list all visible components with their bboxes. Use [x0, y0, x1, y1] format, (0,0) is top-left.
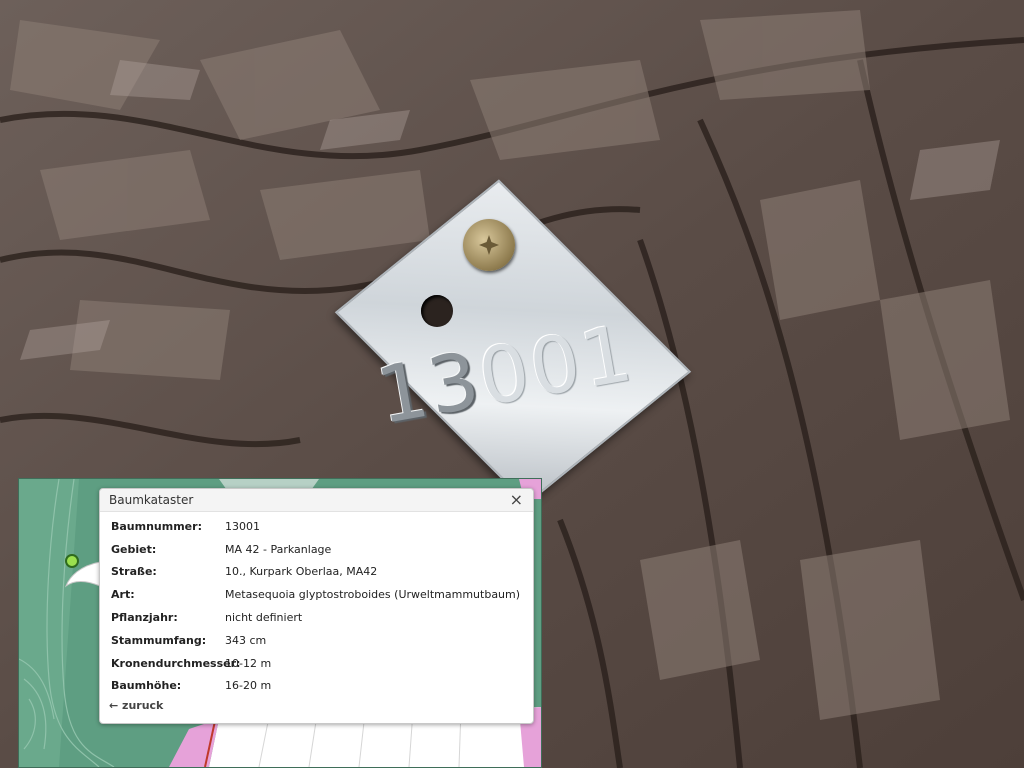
attribute-row: Stammumfang: 343 cm	[111, 629, 520, 652]
attribute-row: Straße: 10., Kurpark Oberlaa, MA42	[111, 561, 520, 584]
attribute-row: Gebiet: MA 42 - Parkanlage	[111, 538, 520, 561]
attribute-value: 13001	[225, 519, 260, 533]
tree-info-popup: Baumkataster × Baumnummer: 13001 Gebiet:…	[99, 488, 534, 724]
attribute-label: Stammumfang:	[111, 633, 207, 647]
attribute-row: Art: Metasequoia glyptostroboides (Urwel…	[111, 583, 520, 606]
attribute-row: Baumnummer: 13001	[111, 515, 520, 538]
popup-pointer	[64, 561, 101, 588]
attribute-label: Art:	[111, 588, 135, 602]
attribute-label: Kronendurchmesser:	[111, 656, 241, 670]
attribute-label: Baumnummer:	[111, 519, 202, 533]
tag-number-part1: 13	[370, 335, 488, 443]
attribute-value: 16-20 m	[225, 679, 272, 693]
screw-icon	[463, 219, 515, 271]
back-link[interactable]: ← zuruck	[109, 699, 163, 712]
popup-header: Baumkataster ×	[100, 489, 533, 512]
tag-hole	[421, 295, 453, 327]
attribute-value: 10-12 m	[225, 656, 272, 670]
attribute-value: 343 cm	[225, 633, 267, 647]
attribute-value: MA 42 - Parkanlage	[225, 542, 332, 556]
attribute-list: Baumnummer: 13001 Gebiet: MA 42 - Parkan…	[111, 515, 520, 697]
attribute-label: Gebiet:	[111, 542, 157, 556]
popup-title: Baumkataster	[109, 493, 194, 507]
attribute-label: Pflanzjahr:	[111, 611, 178, 625]
attribute-row: Kronendurchmesser: 10-12 m	[111, 652, 520, 675]
attribute-label: Straße:	[111, 565, 157, 579]
attribute-value: nicht definiert	[225, 611, 303, 625]
close-icon[interactable]: ×	[510, 490, 523, 509]
attribute-label: Baumhöhe:	[111, 679, 182, 693]
attribute-row: Baumhöhe: 16-20 m	[111, 675, 520, 698]
attribute-row: Pflanzjahr: nicht definiert	[111, 606, 520, 629]
attribute-value: 10., Kurpark Oberlaa, MA42	[225, 565, 378, 579]
attribute-value: Metasequoia glyptostroboides (Urweltmamm…	[225, 588, 521, 602]
